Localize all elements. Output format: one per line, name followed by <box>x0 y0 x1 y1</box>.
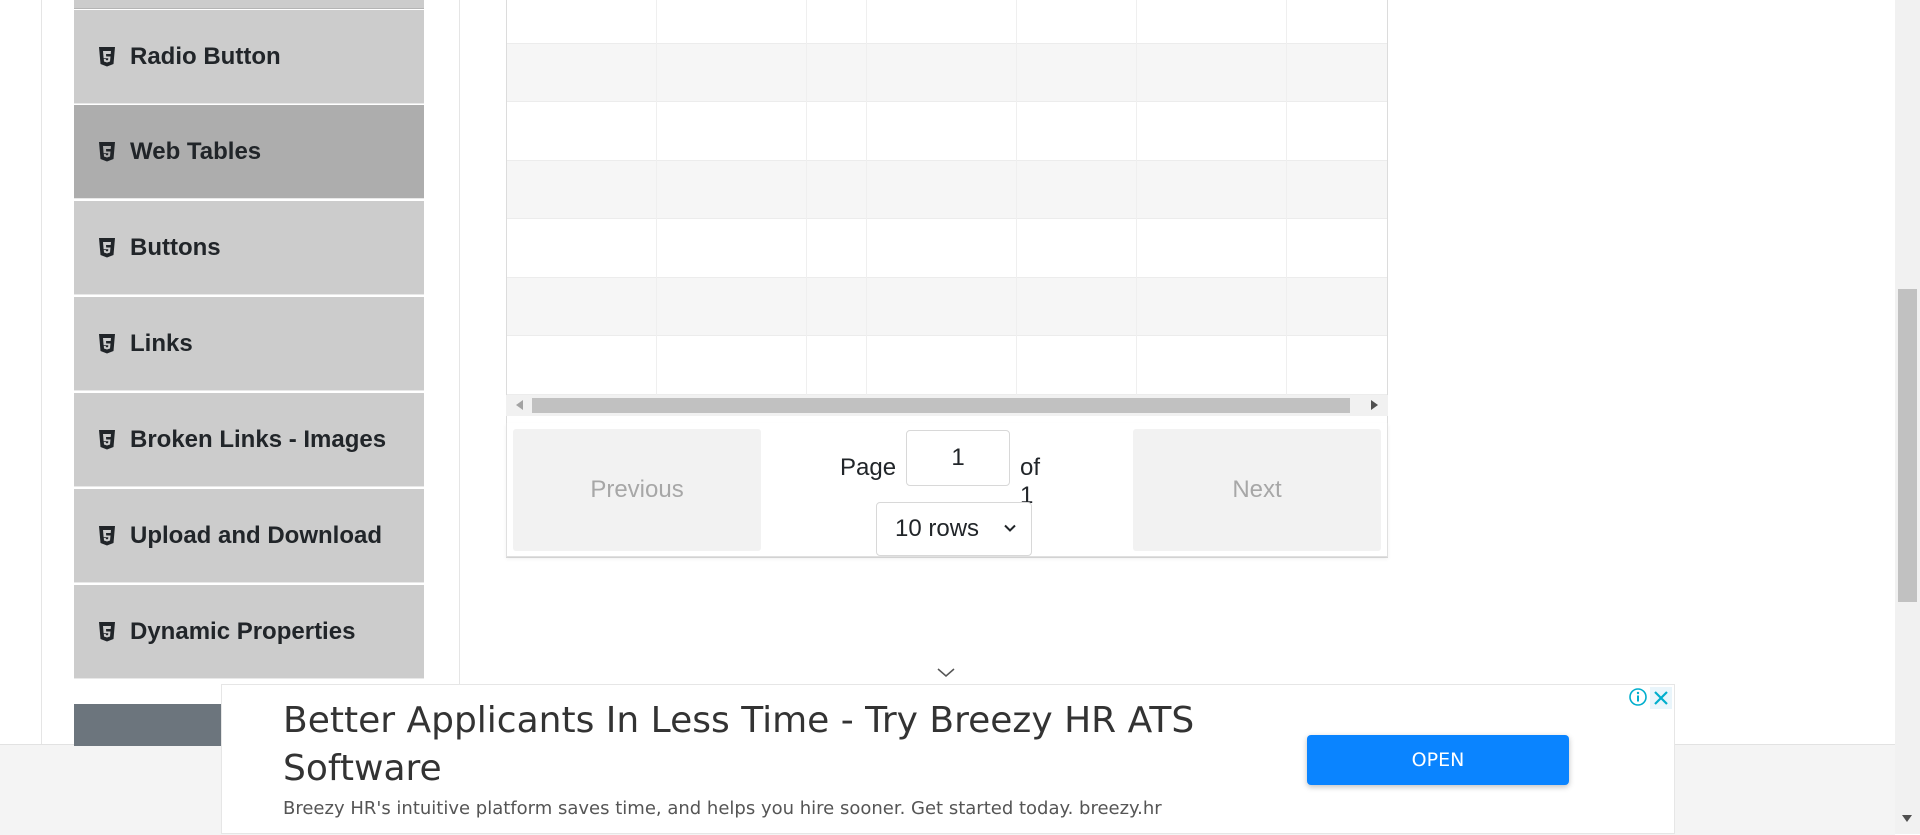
column-divider <box>1016 0 1017 395</box>
sidebar-item-web-tables[interactable]: Web Tables <box>74 105 424 199</box>
html5-icon <box>98 429 116 451</box>
sidebar-item-buttons[interactable]: Buttons <box>74 201 424 295</box>
sidebar-item-label: Dynamic Properties <box>130 617 356 645</box>
sidebar-item-links[interactable]: Links <box>74 297 424 391</box>
sidebar-item-broken-links[interactable]: Broken Links - Images <box>74 393 424 487</box>
table-row <box>507 220 1387 278</box>
scrollbar-thumb[interactable] <box>532 398 1350 413</box>
close-icon[interactable] <box>1650 687 1672 709</box>
chevron-down-icon <box>1004 524 1016 532</box>
page-vertical-scrollbar[interactable] <box>1895 0 1920 834</box>
html5-icon <box>98 621 116 643</box>
sidebar-group-header[interactable] <box>74 704 224 746</box>
rows-per-page-value: 10 rows <box>895 515 980 542</box>
table-row <box>507 0 1387 44</box>
html5-icon <box>98 141 116 163</box>
column-divider <box>806 0 807 395</box>
ad-open-button[interactable]: OPEN <box>1307 735 1569 785</box>
ad-description: Breezy HR's intuitive platform saves tim… <box>283 798 1162 819</box>
sidebar-item-label: Web Tables <box>130 137 262 165</box>
html5-icon <box>98 237 116 259</box>
table-row <box>507 103 1387 161</box>
advertisement-banner[interactable]: Better Applicants In Less Time - Try Bre… <box>221 684 1675 834</box>
next-button[interactable]: Next <box>1133 429 1381 551</box>
table-horizontal-scrollbar[interactable] <box>506 395 1388 416</box>
html5-icon <box>98 46 116 68</box>
table-row <box>507 337 1387 395</box>
html5-icon <box>98 525 116 547</box>
ad-collapse-chevron-icon[interactable] <box>936 666 956 680</box>
table-row <box>507 44 1387 102</box>
ad-title[interactable]: Better Applicants In Less Time - Try Bre… <box>283 697 1243 793</box>
page-controls: Page of 1 10 rows <box>840 430 1050 556</box>
content-border-left <box>41 0 42 745</box>
column-divider <box>1286 0 1287 395</box>
sidebar-item-previous[interactable] <box>74 0 424 9</box>
sidebar-item-label: Radio Button <box>130 42 281 70</box>
sidebar-item-dynamic-properties[interactable]: Dynamic Properties <box>74 585 424 679</box>
page-label: Page <box>840 454 897 481</box>
scroll-down-arrow-icon[interactable] <box>1902 815 1912 822</box>
sidebar-item-label: Links <box>130 329 193 357</box>
previous-button[interactable]: Previous <box>513 429 761 551</box>
sidebar-item-label: Buttons <box>130 233 221 261</box>
column-divider <box>1136 0 1137 395</box>
scrollbar-thumb[interactable] <box>1898 289 1917 602</box>
html5-icon <box>98 333 116 355</box>
info-icon[interactable] <box>1628 687 1648 707</box>
scroll-left-arrow-icon[interactable] <box>516 400 523 410</box>
table-row <box>507 161 1387 219</box>
sidebar-item-label: Upload and Download <box>130 521 382 549</box>
column-divider <box>656 0 657 395</box>
rows-per-page-select[interactable]: 10 rows <box>876 502 1032 556</box>
pagination-bar: Previous Page of 1 10 rows Next <box>506 423 1388 557</box>
content-border-divider <box>459 0 460 745</box>
column-divider <box>866 0 867 395</box>
sidebar-item-label: Broken Links - Images <box>130 425 387 453</box>
sidebar-item-upload-download[interactable]: Upload and Download <box>74 489 424 583</box>
table-row <box>507 278 1387 336</box>
scroll-right-arrow-icon[interactable] <box>1371 400 1378 410</box>
sidebar-item-radio-button[interactable]: Radio Button <box>74 10 424 104</box>
page-number-input[interactable] <box>906 430 1010 486</box>
